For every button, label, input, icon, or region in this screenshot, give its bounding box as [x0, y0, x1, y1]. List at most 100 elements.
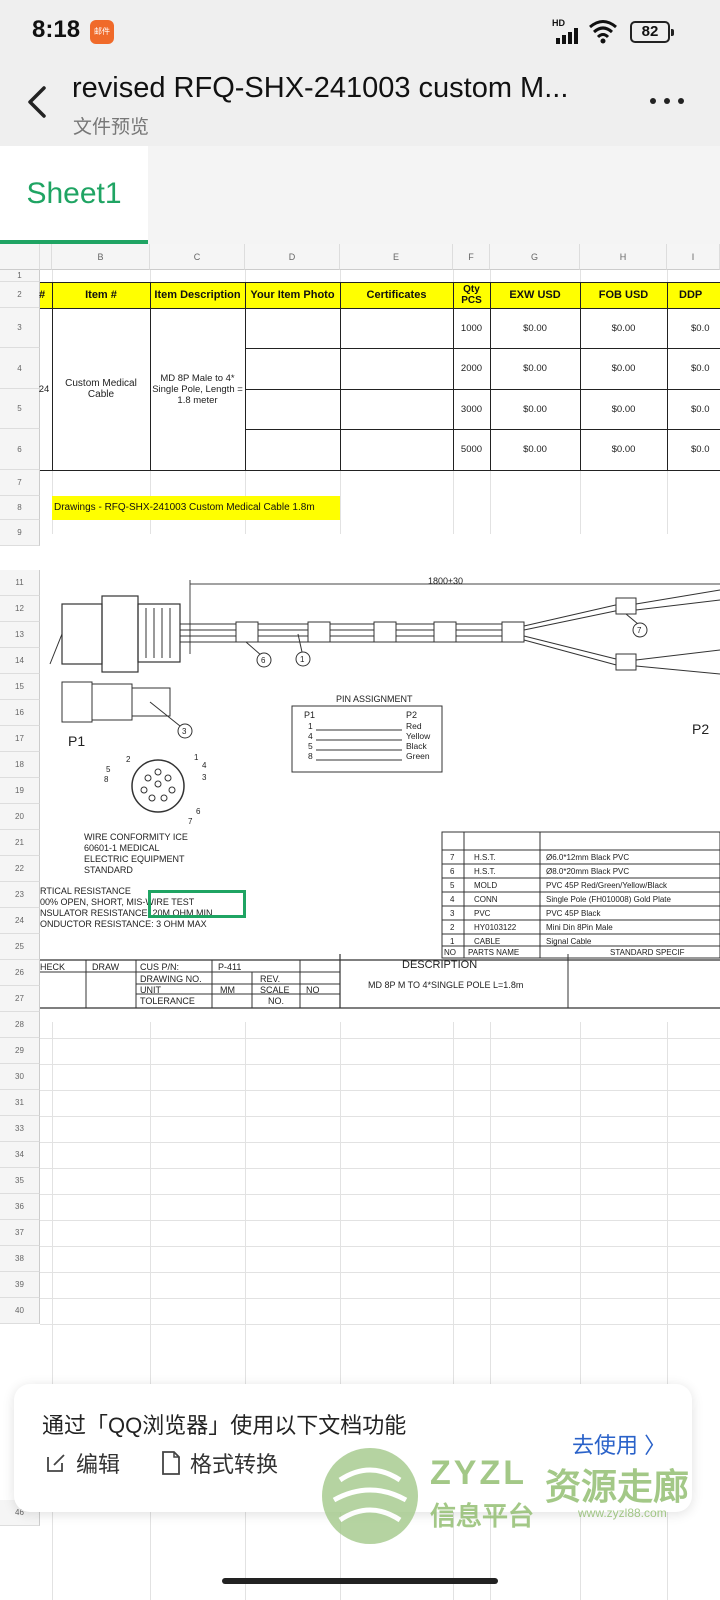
fob-cell[interactable]: $0.00 — [580, 389, 667, 429]
row-header[interactable]: 4 — [0, 348, 40, 389]
description-cell[interactable]: MD 8P Male to 4* Single Pole, Length = 1… — [152, 308, 243, 470]
row-header[interactable]: 14 — [0, 648, 40, 674]
ddp-cell[interactable]: $0.0 — [667, 389, 720, 429]
row-header[interactable]: 15 — [0, 674, 40, 700]
row-header[interactable]: 9 — [0, 520, 40, 546]
row-header[interactable]: 16 — [0, 700, 40, 726]
part-no: 1 — [450, 937, 455, 946]
part-spec: PVC 45P Red/Green/Yellow/Black — [546, 881, 667, 890]
drawing-link-cell[interactable]: Drawings - RFQ-SHX-241003 Custom Medical… — [52, 496, 340, 520]
header-hash: # — [38, 288, 46, 301]
row-header[interactable]: 36 — [0, 1194, 40, 1220]
edit-label: 编辑 — [76, 1452, 121, 1477]
mail-app-badge-icon: 邮件 — [90, 20, 114, 44]
row-header[interactable]: 8 — [0, 496, 40, 520]
tb-description-title: DESCRIPTION — [402, 959, 478, 971]
row-header[interactable]: 2 — [0, 282, 40, 308]
row-header[interactable]: 18 — [0, 752, 40, 778]
header-item-photo: Your Item Photo — [250, 288, 335, 301]
ddp-cell[interactable]: $0.0 — [667, 429, 720, 470]
row-header[interactable]: 13 — [0, 622, 40, 648]
pin-number: 2 — [126, 755, 131, 764]
row-index-cell[interactable]: 24 — [36, 308, 52, 470]
fob-cell[interactable]: $0.00 — [580, 308, 667, 348]
test-line: RTICAL RESISTANCE — [40, 886, 131, 896]
column-header-b[interactable]: B — [52, 244, 150, 270]
conformity-line: STANDARD — [84, 865, 133, 875]
qty-cell[interactable]: 2000 — [453, 348, 490, 389]
tb-scale: SCALE — [260, 985, 290, 995]
row-header[interactable]: 39 — [0, 1272, 40, 1298]
row-header[interactable]: 6 — [0, 429, 40, 470]
exw-cell[interactable]: $0.00 — [490, 389, 580, 429]
row-header[interactable]: 30 — [0, 1064, 40, 1090]
exw-cell[interactable]: $0.00 — [490, 308, 580, 348]
home-indicator[interactable] — [222, 1578, 498, 1584]
row-header[interactable]: 25 — [0, 934, 40, 960]
row-header[interactable]: 7 — [0, 470, 40, 496]
tb-mm: MM — [220, 985, 235, 995]
pin-assignment-title: PIN ASSIGNMENT — [336, 694, 413, 704]
row-header[interactable]: 19 — [0, 778, 40, 804]
column-header-c[interactable]: C — [150, 244, 245, 270]
ddp-cell[interactable]: $0.0 — [667, 308, 720, 348]
parts-header-no: NO — [444, 948, 456, 957]
conformity-line: WIRE CONFORMITY ICE — [84, 832, 188, 842]
part-spec: PVC 45P Black — [546, 909, 601, 918]
header-ddp: DDP — [679, 288, 703, 301]
row-header[interactable]: 21 — [0, 830, 40, 856]
technical-drawing-image[interactable]: 1800±30 6 1 7 3 P1 P2 2 1 4 3 5 8 6 7 PI… — [40, 534, 720, 1022]
row-header[interactable]: 22 — [0, 856, 40, 882]
row-header[interactable]: 35 — [0, 1168, 40, 1194]
column-header-h[interactable]: H — [580, 244, 667, 270]
tb-cus-pn: CUS P/N: — [140, 962, 180, 972]
row-header[interactable]: 31 — [0, 1090, 40, 1116]
fob-cell[interactable]: $0.00 — [580, 348, 667, 389]
format-convert-button[interactable]: 格式转换 — [160, 1448, 278, 1478]
row-header[interactable]: 29 — [0, 1038, 40, 1064]
tb-draw: DRAW — [92, 962, 120, 972]
row-header[interactable]: 27 — [0, 986, 40, 1012]
qty-cell[interactable]: 1000 — [453, 308, 490, 348]
ddp-cell[interactable]: $0.0 — [667, 348, 720, 389]
document-icon — [162, 1451, 180, 1475]
header-item-description: Item Description — [154, 288, 241, 301]
exw-cell[interactable]: $0.00 — [490, 429, 580, 470]
row-header[interactable]: 40 — [0, 1298, 40, 1324]
row-header[interactable]: 11 — [0, 570, 40, 596]
row-header[interactable]: 33 — [0, 1116, 40, 1142]
row-header[interactable]: 34 — [0, 1142, 40, 1168]
fob-cell[interactable]: $0.00 — [580, 429, 667, 470]
back-arrow-icon[interactable] — [18, 82, 58, 122]
row-header[interactable]: 26 — [0, 960, 40, 986]
row-header[interactable]: 17 — [0, 726, 40, 752]
row-header[interactable]: 37 — [0, 1220, 40, 1246]
more-options-icon[interactable] — [650, 98, 686, 108]
callout-1: 1 — [300, 655, 305, 664]
edit-button[interactable]: 编辑 — [44, 1448, 120, 1478]
qty-cell[interactable]: 3000 — [453, 389, 490, 429]
column-header-i[interactable]: I — [667, 244, 720, 270]
part-no: 4 — [450, 895, 455, 904]
row-header[interactable]: 38 — [0, 1246, 40, 1272]
row-header[interactable]: 1 — [0, 270, 40, 282]
watermark: ZYZL 信息平台 资源走廊 www.zyzl88.com — [320, 1436, 710, 1556]
row-header[interactable]: 3 — [0, 308, 40, 348]
selected-cell-highlight[interactable] — [148, 890, 246, 918]
column-header-f[interactable]: F — [453, 244, 490, 270]
tb-tolerance: TOLERANCE — [140, 996, 195, 1006]
row-header[interactable]: 12 — [0, 596, 40, 622]
column-header-g[interactable]: G — [490, 244, 580, 270]
tab-sheet1[interactable]: Sheet1 — [0, 146, 148, 244]
item-cell[interactable]: Custom Medical Cable — [56, 308, 146, 470]
column-header-e[interactable]: E — [340, 244, 453, 270]
row-header[interactable]: 5 — [0, 389, 40, 429]
row-header[interactable]: 20 — [0, 804, 40, 830]
row-header[interactable]: 24 — [0, 908, 40, 934]
column-header-d[interactable]: D — [245, 244, 340, 270]
row-header[interactable]: 28 — [0, 1012, 40, 1038]
qty-cell[interactable]: 5000 — [453, 429, 490, 470]
watermark-sub: 信息平台 — [430, 1501, 535, 1531]
exw-cell[interactable]: $0.00 — [490, 348, 580, 389]
row-header[interactable]: 23 — [0, 882, 40, 908]
